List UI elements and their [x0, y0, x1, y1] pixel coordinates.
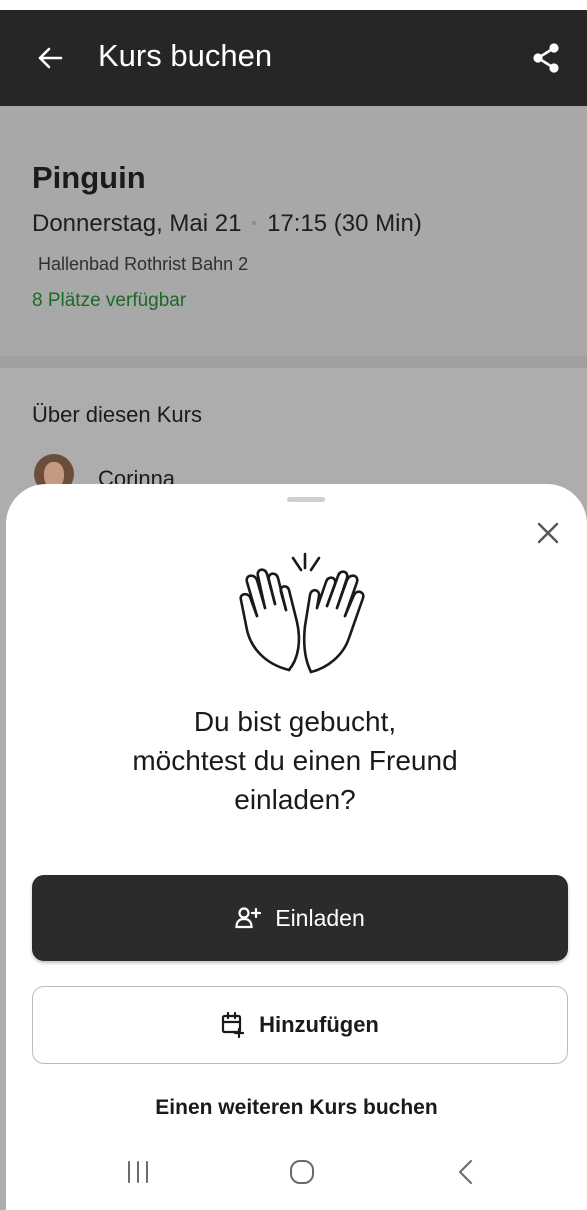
section-divider [0, 356, 587, 368]
about-section-title: Über diesen Kurs [32, 402, 202, 427]
calendar-add-icon [221, 1012, 245, 1038]
booking-confirmation-sheet: Du bist gebucht, möchtest du einen Freun… [6, 484, 587, 1210]
recents-icon[interactable] [118, 1152, 158, 1192]
add-button-label: Hinzufügen [259, 1012, 379, 1037]
course-time: 17:15 (30 Min) [267, 210, 422, 237]
course-availability: 8 Plätze verfügbar [32, 290, 187, 311]
headline-line-2: möchtest du einen Freund [132, 745, 458, 776]
app-bar: Kurs buchen [0, 10, 587, 106]
headline-line-1: Du bist gebucht, [193, 706, 397, 737]
course-date: Donnerstag, Mai 21 [32, 210, 242, 237]
high-five-icon [231, 552, 371, 680]
course-location: Hallenbad Rothrist Bahn 2 [38, 254, 249, 274]
share-icon[interactable] [526, 38, 566, 78]
confirmation-headline: Du bist gebucht, möchtest du einen Freun… [66, 702, 524, 819]
system-navigation-bar [0, 1140, 587, 1210]
page-title: Kurs buchen [98, 38, 273, 73]
course-card: Pinguin Donnerstag, Mai 21 • 17:15 (30 Min… [0, 106, 587, 356]
close-icon[interactable] [530, 515, 566, 551]
system-back-icon[interactable] [446, 1152, 486, 1192]
separator-dot: • [251, 215, 258, 232]
course-name: Pinguin [32, 160, 146, 195]
invite-button-label: Einladen [275, 904, 365, 931]
book-another-course-link[interactable]: Einen weiteren Kurs buchen [6, 1096, 587, 1120]
add-person-icon [235, 906, 262, 930]
course-datetime: Donnerstag, Mai 21 • 17:15 (30 Min) [32, 210, 422, 238]
drag-handle[interactable] [287, 497, 325, 502]
invite-button[interactable]: Einladen [32, 875, 568, 961]
arrow-left-icon[interactable] [30, 38, 70, 78]
status-bar [0, 0, 587, 10]
home-icon[interactable] [282, 1152, 322, 1192]
add-to-calendar-button[interactable]: Hinzufügen [32, 986, 568, 1064]
headline-line-3: einladen? [234, 784, 356, 815]
screen: Kurs buchen Pinguin Donnerstag, Mai 21 • 1… [0, 0, 587, 1210]
